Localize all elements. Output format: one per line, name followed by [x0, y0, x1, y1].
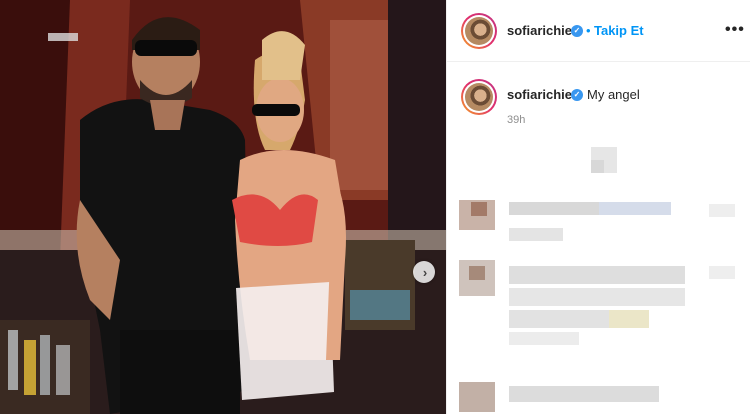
- blurred-comments: [447, 140, 750, 414]
- separator-dot: •: [586, 23, 591, 38]
- more-options-icon[interactable]: •••: [725, 21, 745, 39]
- post-side-panel: sofiarichie ✓ • Takip Et ••• sofiarichie…: [446, 0, 750, 414]
- header-username[interactable]: sofiarichie: [507, 23, 572, 38]
- caption-text: My angel: [587, 87, 640, 102]
- caption-avatar[interactable]: [461, 79, 497, 115]
- post-image: [0, 0, 446, 414]
- post-timestamp[interactable]: 39h: [507, 114, 525, 126]
- chevron-right-icon: ›: [422, 264, 428, 280]
- follow-button[interactable]: Takip Et: [594, 23, 644, 38]
- verified-badge-icon: ✓: [571, 25, 583, 37]
- caption-username[interactable]: sofiarichie: [507, 87, 572, 102]
- post-header: sofiarichie ✓ • Takip Et •••: [447, 0, 750, 62]
- avatar[interactable]: [461, 13, 497, 49]
- verified-badge-icon: ✓: [571, 89, 583, 101]
- post-photo[interactable]: ›: [0, 0, 446, 414]
- next-photo-button[interactable]: ›: [413, 261, 435, 283]
